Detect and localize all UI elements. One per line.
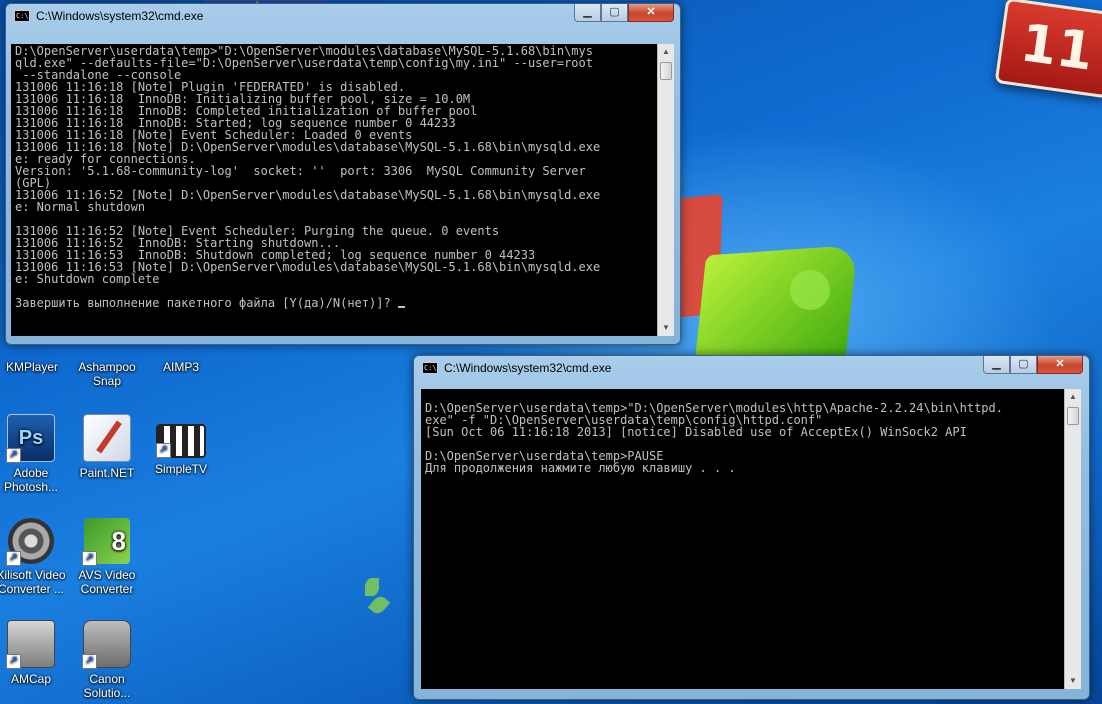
- scroll-down-arrow-icon[interactable]: ▼: [658, 320, 674, 336]
- desktop-icon-xilisoft[interactable]: ↗ Xilisoft Video Converter ...: [0, 518, 70, 596]
- desktop-icon-kmplayer[interactable]: KMPlayer: [0, 342, 71, 374]
- console-line: e: Normal shutdown: [15, 200, 146, 214]
- shortcut-arrow-icon: ↗: [6, 551, 21, 566]
- cmd-window-apache[interactable]: C:\ C:\Windows\system32\cmd.exe ▁ ▢ ✕ D:…: [413, 355, 1090, 700]
- scroll-thumb[interactable]: [660, 62, 672, 80]
- console-line: Version: '5.1.68-community-log' socket: …: [15, 164, 586, 178]
- cmd-icon: C:\: [14, 10, 30, 22]
- amcap-icon: ↗: [6, 620, 55, 669]
- console-prompt-line: Завершить выполнение пакетного файла [Y(…: [15, 296, 398, 310]
- desktop-icon-photoshop[interactable]: Ps ↗ Adobe Photosh...: [0, 414, 70, 494]
- close-button[interactable]: ✕: [628, 4, 674, 22]
- scroll-up-arrow-icon[interactable]: ▲: [658, 44, 674, 60]
- text-cursor: [397, 306, 405, 308]
- desktop-icon-label: Paint.NET: [79, 466, 135, 480]
- wallpaper-leaf: [367, 593, 391, 617]
- desktop-icon-ashampoo-snap[interactable]: Ashampoo Snap: [68, 342, 146, 388]
- window-titlebar[interactable]: C:\ C:\Windows\system32\cmd.exe ▁ ▢ ✕: [414, 356, 1089, 382]
- paint-net-icon: [83, 414, 131, 462]
- desktop-icon-amcap[interactable]: ↗ AMCap: [0, 620, 70, 686]
- desktop-icon-paint-net[interactable]: Paint.NET: [68, 414, 146, 480]
- console-line: [Sun Oct 06 11:16:18 2013] [notice] Disa…: [425, 425, 967, 439]
- desktop-icon-simpletv[interactable]: ↗ SimpleTV: [142, 414, 220, 476]
- shortcut-arrow-icon: ↗: [82, 654, 97, 669]
- photoshop-icon: Ps ↗: [6, 414, 55, 463]
- console-output[interactable]: D:\OpenServer\userdata\temp>"D:\OpenServ…: [11, 44, 663, 336]
- cmd-window-mysql[interactable]: C:\ C:\Windows\system32\cmd.exe ▁ ▢ ✕ D:…: [5, 3, 681, 345]
- desktop-icon-label: AMCap: [10, 672, 51, 686]
- desktop-icon-canon-solution[interactable]: ↗ Canon Solutio...: [68, 620, 146, 700]
- wallpaper-bubble: [790, 270, 830, 310]
- shortcut-arrow-icon: ↗: [6, 448, 21, 463]
- avs-video-icon: 8 ↗: [82, 518, 130, 566]
- console-output[interactable]: D:\OpenServer\userdata\temp>"D:\OpenServ…: [421, 389, 1070, 689]
- desktop-icon-label: Xilisoft Video Converter ...: [0, 568, 66, 596]
- shortcut-arrow-icon: ↗: [82, 551, 97, 566]
- console-line: e: Shutdown complete: [15, 272, 160, 286]
- xilisoft-icon: ↗: [6, 518, 54, 566]
- caption-buttons: ▁ ▢ ✕: [983, 356, 1083, 375]
- minimize-button[interactable]: ▁: [574, 4, 601, 22]
- window-title: C:\Windows\system32\cmd.exe: [36, 9, 204, 23]
- close-button[interactable]: ✕: [1037, 356, 1083, 374]
- scroll-down-arrow-icon[interactable]: ▼: [1065, 673, 1081, 689]
- scroll-up-arrow-icon[interactable]: ▲: [1065, 389, 1081, 405]
- maximize-button[interactable]: ▢: [1010, 356, 1037, 374]
- desktop-icon-label: AVS Video Converter: [78, 568, 136, 596]
- shortcut-arrow-icon: ↗: [156, 443, 171, 458]
- minimize-button[interactable]: ▁: [983, 356, 1010, 374]
- maximize-button[interactable]: ▢: [601, 4, 628, 22]
- window-titlebar[interactable]: C:\ C:\Windows\system32\cmd.exe ▁ ▢ ✕: [6, 4, 680, 30]
- scroll-thumb[interactable]: [1067, 407, 1079, 425]
- vertical-scrollbar[interactable]: ▲ ▼: [657, 44, 674, 336]
- caption-buttons: ▁ ▢ ✕: [574, 4, 674, 23]
- desktop-badge-11: 11: [994, 0, 1102, 99]
- desktop-icon-avs-video[interactable]: 8 ↗ AVS Video Converter: [68, 518, 146, 596]
- shortcut-arrow-icon: ↗: [6, 654, 21, 669]
- desktop-icon-label: SimpleTV: [154, 462, 207, 476]
- window-title: C:\Windows\system32\cmd.exe: [444, 361, 612, 375]
- cmd-icon: C:\: [422, 362, 438, 374]
- desktop-icon-aimp3[interactable]: AIMP3: [142, 342, 220, 374]
- simpletv-icon: ↗: [156, 424, 206, 458]
- desktop-icon-label: KMPlayer: [5, 360, 58, 374]
- console-line: Для продолжения нажмите любую клавишу . …: [425, 461, 736, 475]
- desktop-icon-label: AIMP3: [162, 360, 199, 374]
- desktop-icon-label: Ashampoo Snap: [78, 360, 136, 388]
- wallpaper-leaf: [365, 578, 379, 596]
- desktop-icon-label: Adobe Photosh...: [3, 466, 59, 494]
- desktop-icon-label: Canon Solutio...: [83, 672, 131, 700]
- vertical-scrollbar[interactable]: ▲ ▼: [1064, 389, 1081, 689]
- canon-solution-icon: ↗: [82, 620, 131, 669]
